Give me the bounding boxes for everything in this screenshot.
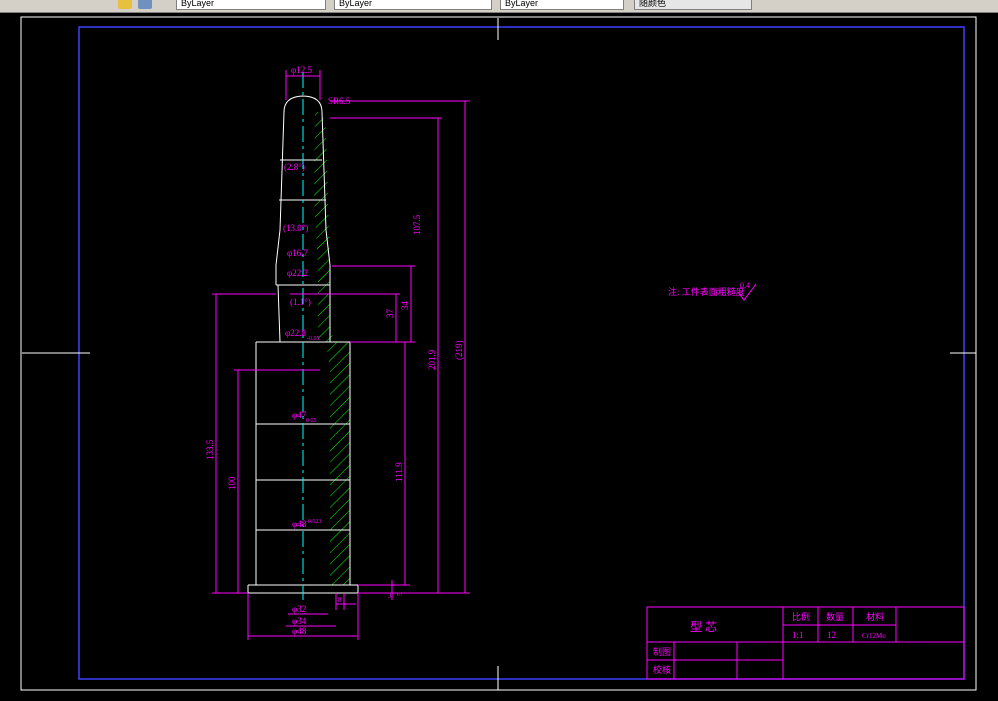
- dim-v111: 111.9: [394, 462, 404, 482]
- part-name: 型 芯: [690, 620, 717, 634]
- header-quantity: 数量: [826, 611, 844, 622]
- dim-angle-3: (1.1°): [290, 297, 311, 307]
- dim-v219: (219): [454, 341, 464, 361]
- dim-v5: 5: [396, 592, 404, 596]
- dim-v133: 133.5: [205, 439, 215, 460]
- dim-d22b: φ22.8: [285, 328, 306, 338]
- header-material: 材料: [866, 611, 884, 622]
- dim-v34: 34: [400, 301, 410, 311]
- plotstyle-dropdown[interactable]: 随颜色: [634, 0, 752, 10]
- linetype-dropdown[interactable]: ByLayer: [334, 0, 492, 10]
- section-hatch-lower: [326, 342, 350, 585]
- label-checked: 校核: [653, 664, 671, 675]
- dim-d32: φ32: [292, 604, 306, 614]
- drawing-svg: φ12.5 SR6.5 (2.8°) (13.0°) φ16.7 φ22.2 (…: [20, 16, 977, 691]
- dim-d16: φ16.7: [287, 248, 308, 258]
- label-drawn: 制图: [653, 646, 671, 657]
- dim-angle-1: (2.8°): [284, 162, 305, 172]
- sheet-border-outer: [20, 16, 977, 691]
- layer-state-icon[interactable]: [118, 0, 132, 9]
- value-quantity: 12: [827, 630, 836, 640]
- title-block-text: 型 芯 比例 数量 材料 1:1 12 Cr12Mo 制图 校核: [653, 611, 886, 675]
- center-marks: [22, 18, 976, 690]
- dim-d22a: φ22.2: [287, 268, 308, 278]
- dim-v100: 100: [227, 476, 237, 490]
- roughness-value: 0.4: [740, 281, 750, 290]
- dim-d47: φ47: [292, 410, 307, 420]
- lineweight-dropdown[interactable]: ByLayer: [500, 0, 624, 10]
- dim-angle-2: (13.0°): [283, 223, 308, 233]
- dim-d34: φ34: [292, 616, 307, 626]
- dim-v201: 201.9: [427, 349, 437, 370]
- dim-d48: φ48: [292, 519, 307, 529]
- dim-v8: 8: [338, 596, 342, 604]
- surface-note: 注: 工件表面粗糙度: [668, 286, 745, 297]
- dim-tol1: -0.05: [307, 336, 320, 342]
- dim-v107: 107.5: [412, 214, 422, 235]
- drawing-canvas[interactable]: φ12.5 SR6.5 (2.8°) (13.0°) φ16.7 φ22.2 (…: [0, 13, 998, 697]
- dim-v37: 37: [385, 309, 395, 319]
- value-material: Cr12Mo: [862, 632, 886, 640]
- dim-d-top: φ12.5: [291, 65, 312, 75]
- sheet-border-inner: [78, 26, 965, 680]
- dim-v3: 3: [388, 592, 392, 600]
- layer-dropdown[interactable]: ByLayer: [176, 0, 326, 10]
- layer-manager-icon[interactable]: [138, 0, 152, 9]
- value-scale: 1:1: [792, 630, 804, 640]
- section-hatch-upper: [314, 112, 335, 342]
- dim-sr: SR6.5: [328, 96, 351, 106]
- header-scale: 比例: [792, 611, 810, 622]
- dim-d48b: φ48: [292, 626, 307, 636]
- dim-tol3: -0.023: [306, 519, 322, 525]
- dim-tol2: 0.05: [306, 418, 317, 424]
- properties-toolbar: ByLayer ByLayer ByLayer 随颜色: [0, 0, 998, 13]
